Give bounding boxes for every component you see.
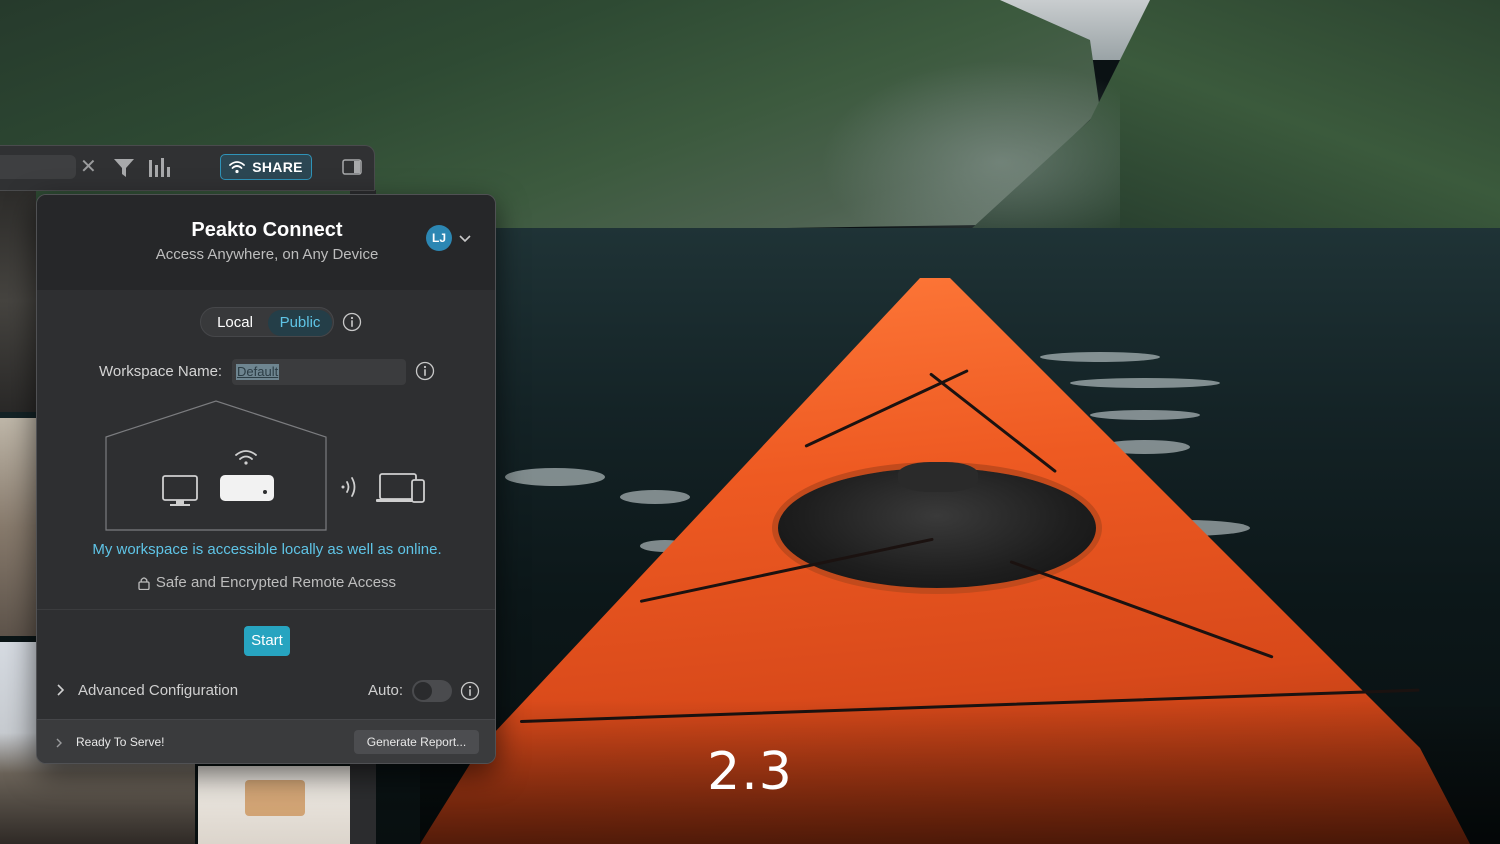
peakto-connect-popover: Peakto Connect Access Anywhere, on Any D… [36,194,496,764]
popover-subtitle: Access Anywhere, on Any Device [155,246,379,263]
kayak-shadow [420,700,1500,844]
desktop-computer-icon [162,475,198,506]
search-field[interactable] [0,155,76,179]
server-box-icon [220,475,274,501]
valley-haze [820,60,1120,230]
library-toolbar: ✕ SHARE [0,145,375,191]
sidebar-toggle-icon[interactable] [342,159,362,175]
divider [37,609,495,610]
advanced-configuration-toggle[interactable]: Advanced Configuration [78,682,238,699]
version-number: 2.3 [707,742,793,802]
generate-report-button[interactable]: Generate Report... [354,730,479,754]
access-message: My workspace is accessible locally as we… [92,541,442,558]
secure-access-row: Safe and Encrypted Remote Access [37,574,495,591]
access-mode-switch: Local Public [200,307,334,337]
info-icon[interactable] [460,681,480,701]
water-ripple [620,490,690,504]
chevron-right-icon[interactable] [53,683,67,697]
chevron-down-icon[interactable] [458,232,472,246]
share-label: SHARE [252,159,303,175]
mode-public[interactable]: Public [268,310,332,336]
auto-switch-knob [414,682,432,700]
lock-icon [138,576,150,590]
wifi-icon [229,161,246,174]
share-button[interactable]: SHARE [220,154,312,180]
mode-local[interactable]: Local [203,310,267,336]
water-ripple [505,468,605,486]
chevron-right-icon[interactable] [53,737,65,749]
wifi-icon [235,450,257,465]
start-button[interactable]: Start [244,626,290,656]
popover-footer: Ready To Serve! Generate Report... [37,719,495,763]
info-icon[interactable] [415,361,435,381]
info-icon[interactable] [342,312,362,332]
workspace-name-value: Default [236,364,280,380]
photo-thumbnail[interactable] [0,418,36,636]
photo-thumbnail[interactable] [0,190,36,412]
user-avatar[interactable]: LJ [426,225,452,251]
laptop-phone-icon [376,473,425,503]
clear-search-icon[interactable]: ✕ [80,155,97,179]
server-status: Ready To Serve! [76,735,165,749]
thumbnail-detail [245,780,305,816]
water-ripple [1090,410,1200,420]
auto-switch[interactable] [412,680,452,702]
signal-icon [341,477,356,497]
kayak-hatch-cap [898,462,978,492]
network-diagram [105,400,425,531]
workspace-name-label: Workspace Name: [99,363,223,380]
water-ripple [1070,378,1220,388]
secure-message: Safe and Encrypted Remote Access [155,574,397,591]
house-outline [105,400,327,531]
auto-label: Auto: [368,682,404,699]
stats-icon[interactable] [147,156,171,180]
filter-icon[interactable] [112,156,136,180]
water-ripple [1040,352,1160,362]
